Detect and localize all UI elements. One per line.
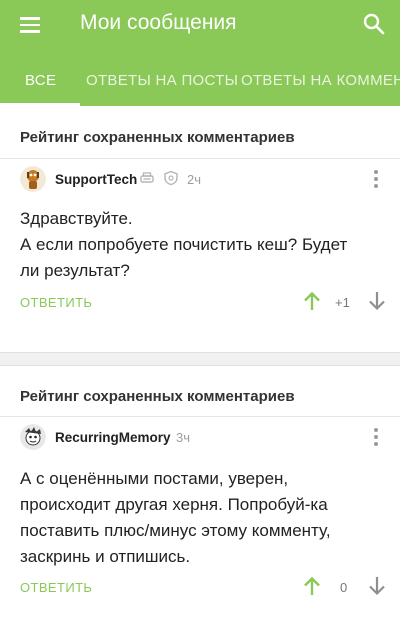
comment-card: Рейтинг сохраненных комментариев Support… [0, 106, 400, 352]
divider [0, 416, 400, 417]
comment-line: заскринь и отпишись. [20, 547, 191, 566]
comment-line: поставить плюс/минус этому комменту, [20, 521, 331, 540]
downvote-icon[interactable] [368, 291, 386, 311]
menu-icon[interactable] [20, 14, 42, 36]
more-options-icon[interactable] [373, 170, 379, 188]
avatar[interactable] [20, 424, 46, 450]
shield-icon [164, 170, 178, 186]
search-icon[interactable] [362, 12, 386, 36]
username[interactable]: SupportTech [55, 172, 137, 187]
divider [0, 158, 400, 159]
rating-count: 0 [340, 580, 348, 595]
page-title: Мои сообщения [80, 11, 237, 34]
card-separator [0, 352, 400, 366]
comment-line: ли результат? [20, 261, 130, 280]
comment-card: Рейтинг сохраненных комментариев Recurri… [0, 366, 400, 630]
comment-line: Здравствуйте. [20, 209, 133, 228]
section-title[interactable]: Рейтинг сохраненных комментариев [20, 129, 295, 146]
reply-button[interactable]: ОТВЕТИТЬ [20, 580, 92, 595]
timestamp: 3ч [176, 430, 191, 445]
rating-count: +1 [335, 295, 350, 310]
toolbar: Мои сообщения [0, 0, 400, 52]
tab-bar: ВСЕ ОТВЕТЫ НА ПОСТЫ ОТВЕТЫ НА КОММЕНТАРИ… [0, 58, 400, 106]
section-title[interactable]: Рейтинг сохраненных комментариев [20, 388, 295, 405]
tab-post-replies[interactable]: ОТВЕТЫ НА ПОСТЫ [86, 72, 238, 89]
downvote-icon[interactable] [368, 576, 386, 596]
tab-all[interactable]: ВСЕ [25, 72, 56, 89]
avatar[interactable] [20, 166, 46, 192]
tab-comment-replies[interactable]: ОТВЕТЫ НА КОММЕНТАРИИ [241, 72, 400, 89]
reply-button[interactable]: ОТВЕТИТЬ [20, 295, 92, 310]
print-icon [140, 172, 154, 183]
username[interactable]: RecurringMemory [55, 430, 171, 445]
app-bar: Мои сообщения ВСЕ ОТВЕТЫ НА ПОСТЫ ОТВЕТЫ… [0, 0, 400, 106]
upvote-icon[interactable] [303, 576, 321, 596]
comment-line: А если попробуете почистить кеш? Будет [20, 235, 348, 254]
upvote-icon[interactable] [303, 291, 321, 311]
comment-text: А с оценёнными постами, уверен, происход… [20, 466, 380, 570]
comment-line: А с оценёнными постами, уверен, [20, 469, 289, 488]
comment-line: происходит другая херня. Попробуй-ка [20, 495, 328, 514]
comment-text: Здравствуйте. А если попробуете почистит… [20, 206, 380, 284]
timestamp: 2ч [187, 172, 202, 187]
more-options-icon[interactable] [373, 428, 379, 446]
